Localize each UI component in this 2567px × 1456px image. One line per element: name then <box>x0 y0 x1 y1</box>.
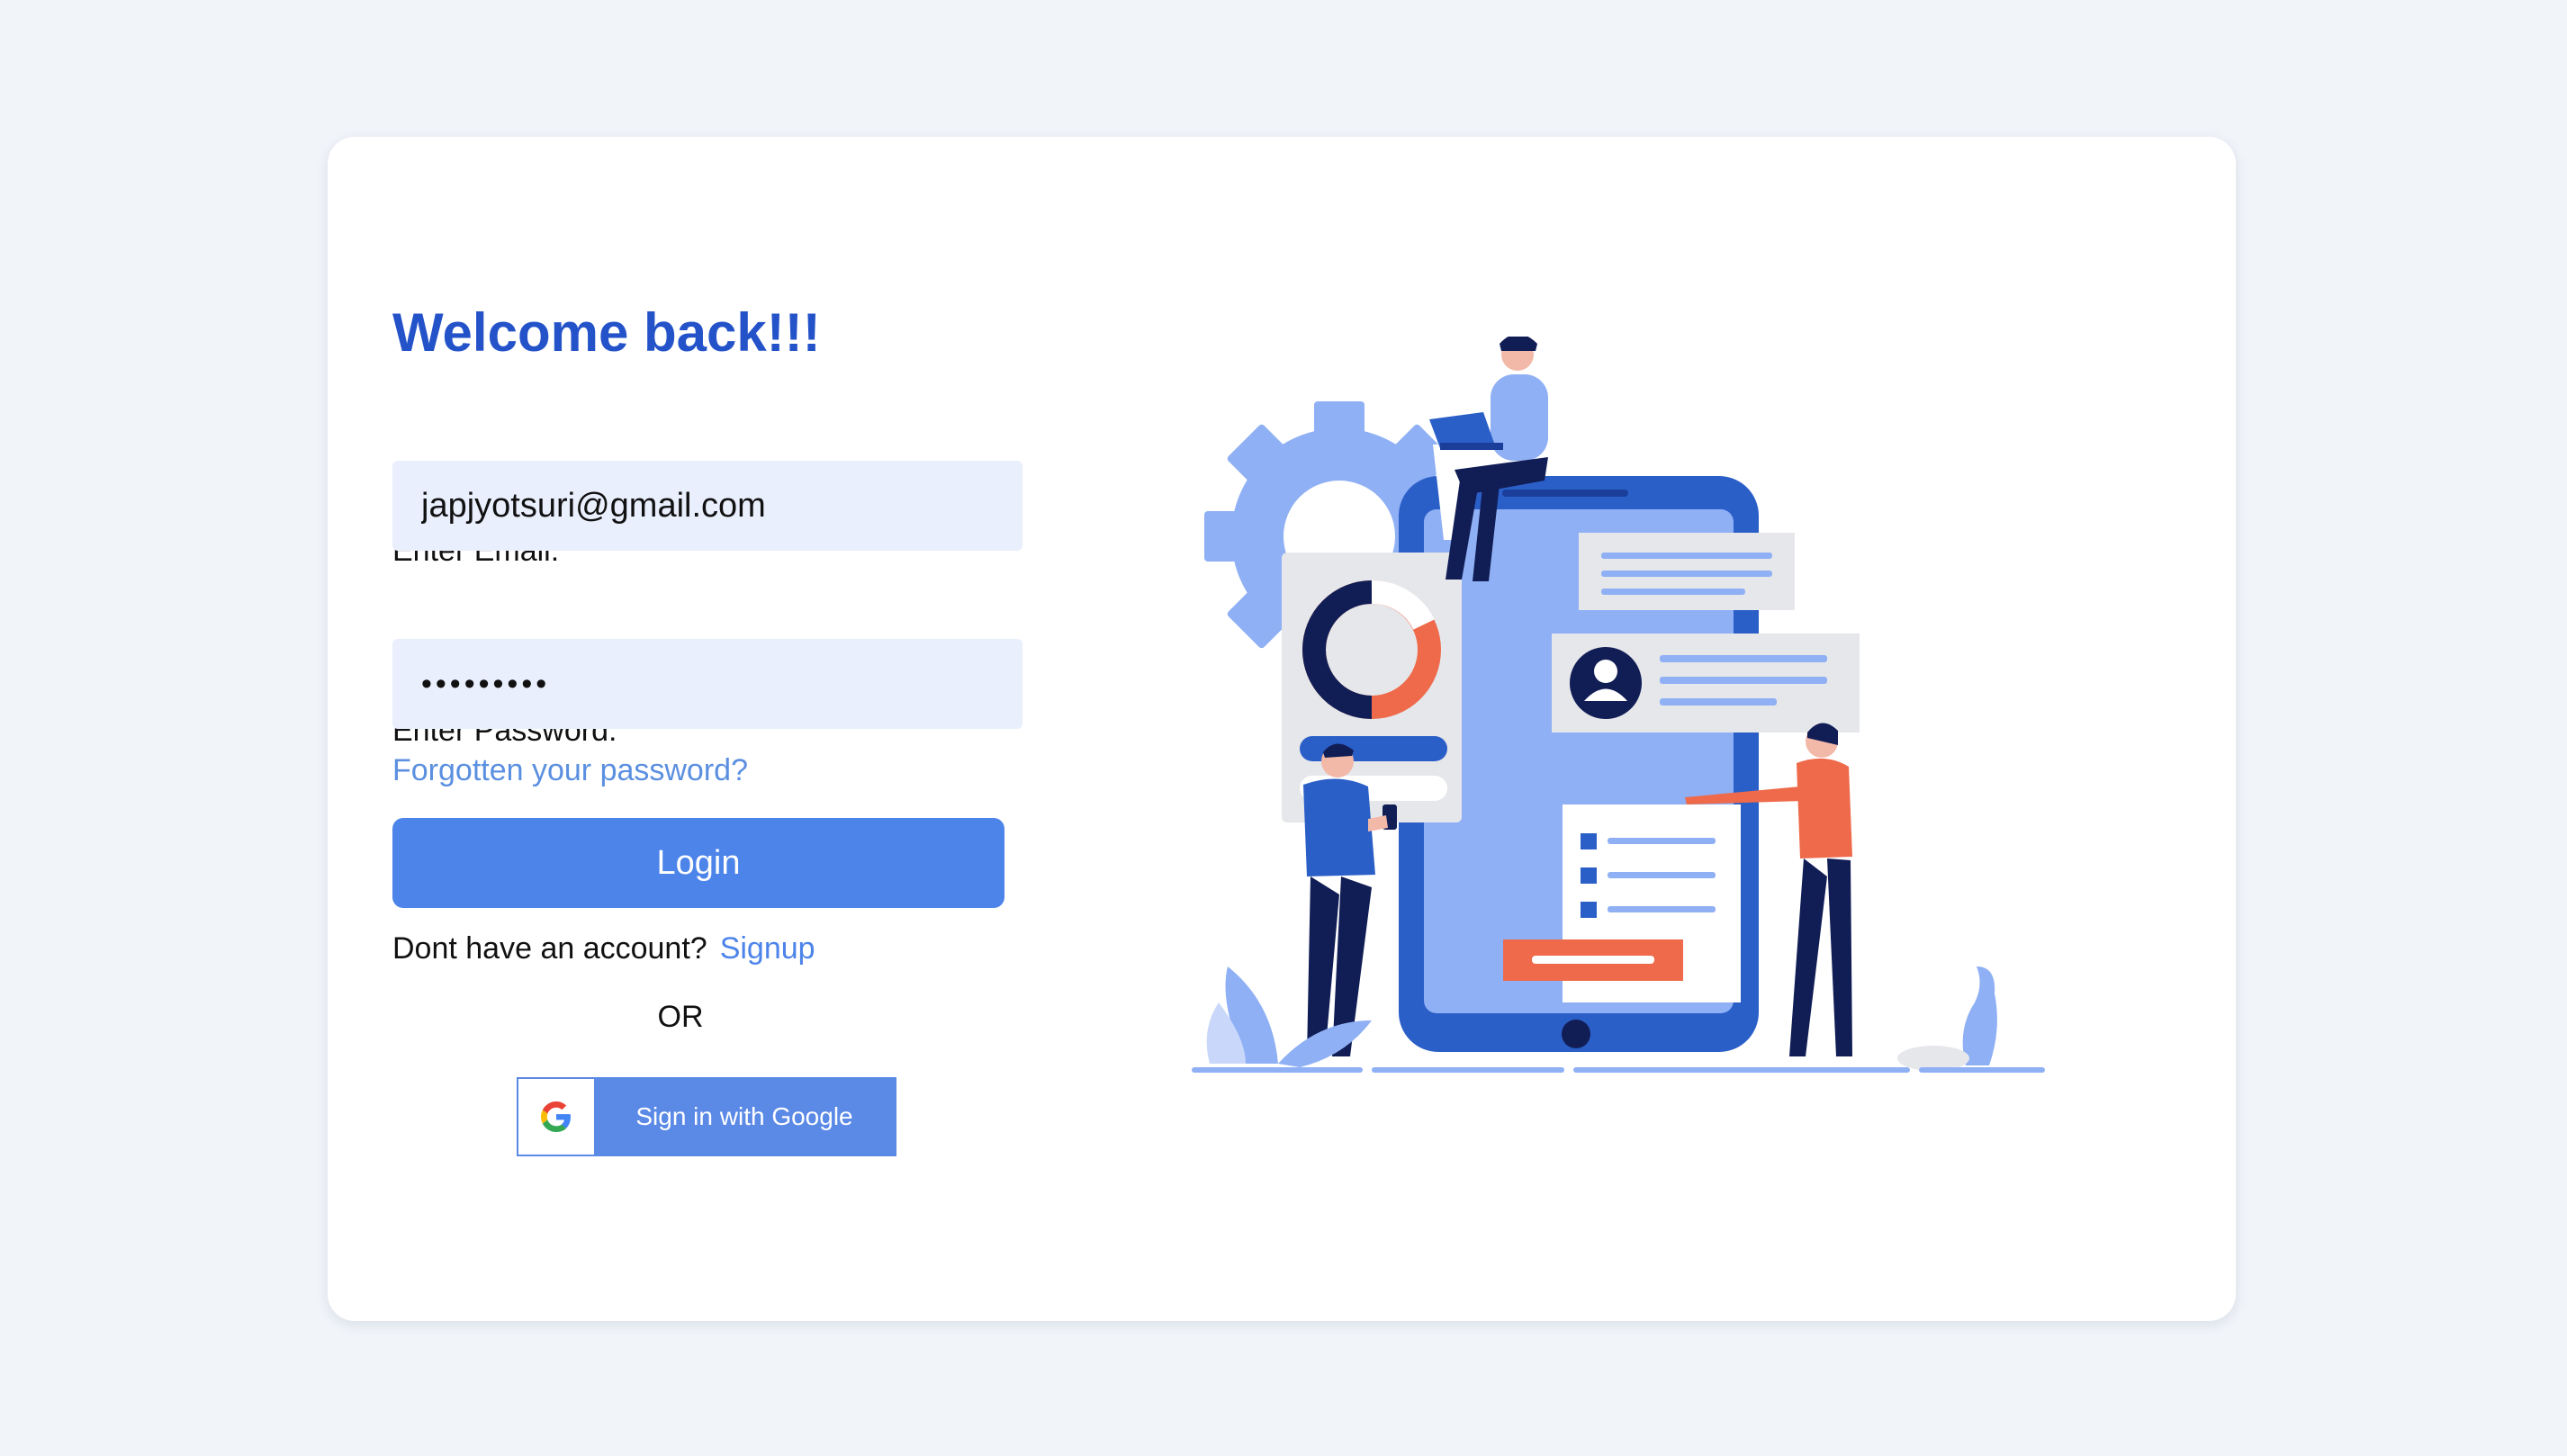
login-button[interactable]: Login <box>392 818 1004 908</box>
google-signin-label: Sign in with Google <box>635 1102 853 1130</box>
page-title: Welcome back!!! <box>392 302 821 363</box>
forgot-password-link[interactable]: Forgotten your password? <box>392 752 748 788</box>
password-field[interactable] <box>392 639 1022 729</box>
login-card: Welcome back!!! Enter Email: Enter Passw… <box>328 137 2236 1321</box>
mobile-app-team-illustration <box>1192 337 2045 1073</box>
email-field[interactable] <box>392 461 1022 551</box>
signup-link[interactable]: Signup <box>720 931 815 966</box>
signup-prompt: Dont have an account? Signup <box>392 930 815 966</box>
profile-card <box>1552 634 1860 732</box>
google-icon <box>518 1079 594 1155</box>
google-signin-button[interactable]: Sign in with Google <box>517 1077 896 1156</box>
chart-card <box>1282 553 1462 822</box>
no-account-text: Dont have an account? <box>392 931 707 966</box>
text-card <box>1579 533 1795 610</box>
or-divider: OR <box>657 1000 704 1034</box>
plant-right-icon <box>1897 966 1997 1071</box>
